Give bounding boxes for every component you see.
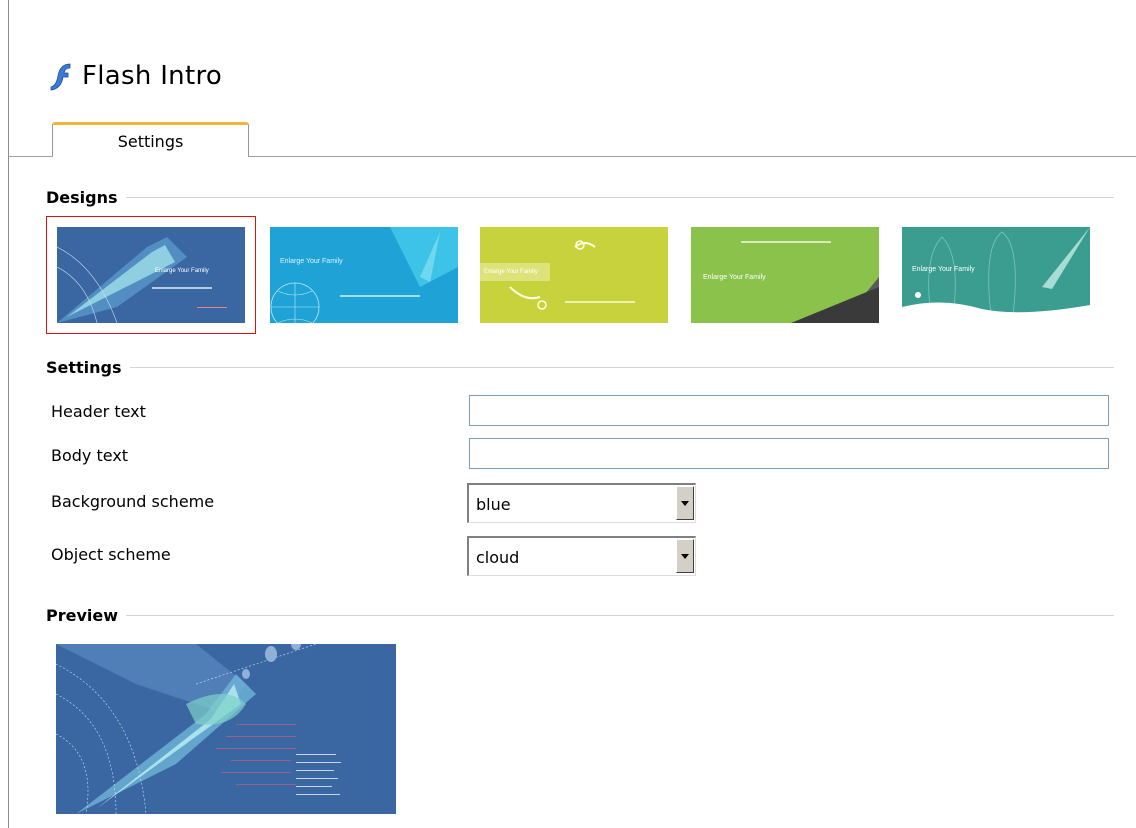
header-text-label: Header text — [51, 402, 146, 421]
divider — [126, 615, 1114, 616]
thumbnail-caption: Enlarge Your Family — [280, 258, 343, 265]
design-thumbnail-cyan[interactable]: Enlarge Your Family — [270, 227, 458, 323]
dropdown-button[interactable] — [676, 539, 694, 573]
page-title-text: Flash Intro — [82, 61, 223, 91]
background-scheme-label: Background scheme — [51, 492, 215, 511]
background-scheme-value: blue — [476, 495, 511, 514]
body-text-label: Body text — [51, 446, 129, 465]
design-thumbnail-teal[interactable]: Enlarge Your Family — [902, 227, 1090, 323]
thumbnail-caption: Enlarge Your Family — [703, 274, 766, 281]
design-thumbnail-yellow[interactable]: Enlarge Your Family — [480, 227, 668, 323]
body-text-input[interactable] — [469, 438, 1109, 469]
object-scheme-select[interactable]: cloud — [467, 536, 696, 576]
thumbnail-caption: Enlarge Your Family — [912, 266, 975, 273]
design-thumbnail-green[interactable]: Enlarge Your Family — [691, 227, 879, 323]
window-border — [8, 0, 9, 828]
designs-section-header: Designs — [46, 188, 1114, 207]
thumbnail-caption: Enlarge Your Family — [155, 268, 209, 274]
page-title: Flash Intro — [48, 56, 222, 96]
design-thumbnail-blue[interactable]: Enlarge Your Family — [46, 216, 256, 334]
design-gallery: Enlarge Your Family Enlarge Your Family … — [46, 215, 1106, 335]
preview-image — [56, 644, 396, 814]
divider — [125, 197, 1114, 198]
object-scheme-value: cloud — [476, 548, 520, 567]
flash-icon — [50, 63, 71, 91]
preview-heading: Preview — [46, 606, 119, 625]
preview-section-header: Preview — [46, 606, 1114, 625]
designs-heading: Designs — [46, 188, 118, 207]
tab-settings[interactable]: Settings — [52, 122, 249, 158]
object-scheme-label: Object scheme — [51, 545, 171, 564]
chevron-down-icon — [681, 500, 689, 506]
chevron-down-icon — [681, 553, 689, 559]
settings-heading: Settings — [46, 358, 122, 377]
settings-section-header: Settings — [46, 358, 1114, 377]
background-scheme-select[interactable]: blue — [467, 483, 696, 523]
dropdown-button[interactable] — [676, 486, 694, 520]
header-text-input[interactable] — [469, 395, 1109, 426]
thumbnail-caption: Enlarge Your Family — [484, 269, 538, 275]
divider — [129, 367, 1114, 368]
